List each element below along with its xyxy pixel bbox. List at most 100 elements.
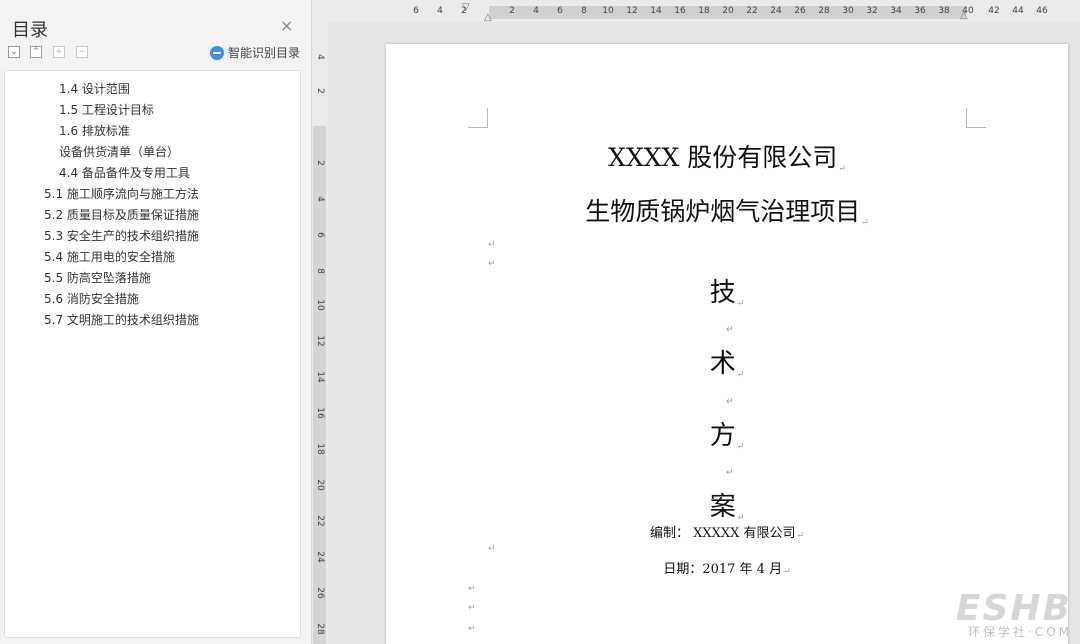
- toc-item[interactable]: 5.6 消防安全措施: [44, 291, 139, 307]
- ruler-tick-label: 4: [315, 54, 325, 60]
- toc-item[interactable]: 5.2 质量目标及质量保证措施: [44, 207, 199, 223]
- ruler-tick-label: 20: [315, 479, 325, 491]
- toc-item[interactable]: 1.6 排放标准: [59, 123, 130, 139]
- ruler-tick-label: 6: [557, 6, 563, 16]
- ruler-tick-label: 2: [315, 88, 325, 94]
- ruler-tick-label: 8: [315, 268, 325, 274]
- company-name: XXXX 股份有限公司: [608, 143, 838, 172]
- paragraph-mark: ↵: [783, 567, 791, 577]
- compiler-text: 编制： XXXXX 有限公司: [649, 526, 796, 541]
- toc-item[interactable]: 1.4 设计范围: [59, 81, 130, 97]
- title-char[interactable]: 术↵: [386, 343, 1068, 380]
- ruler-tick-label: 22: [746, 6, 758, 16]
- title-char-text: 案: [709, 492, 736, 522]
- ruler-tick-label: 44: [1012, 6, 1024, 16]
- title-char-text: 术: [709, 349, 736, 379]
- margin-corner-top-left: [468, 108, 488, 128]
- ruler-tick-label: 2: [315, 160, 325, 166]
- ruler-tick-label: 2: [461, 6, 467, 16]
- title-char-text: 技: [709, 278, 736, 308]
- smart-toc-label: 智能识别目录: [228, 46, 301, 60]
- toc-item[interactable]: 设备供货清单（单台）: [59, 144, 179, 160]
- paragraph-mark: ↵: [736, 442, 745, 452]
- ruler-tick-label: 4: [437, 6, 443, 16]
- ruler-tick-label: 34: [890, 6, 902, 16]
- toc-item[interactable]: 5.7 文明施工的技术组织措施: [44, 312, 199, 328]
- project-heading[interactable]: 生物质锅炉烟气治理项目↵: [386, 192, 1068, 228]
- ruler-tick-label: 30: [842, 6, 854, 16]
- ruler-tick-label: 20: [722, 6, 734, 16]
- company-heading[interactable]: XXXX 股份有限公司↵: [386, 138, 1068, 174]
- paragraph-mark: ↵: [861, 218, 869, 228]
- ruler-tick-label: 18: [315, 443, 325, 455]
- title-char[interactable]: 技↵: [386, 272, 1068, 309]
- ruler-tick-label: 36: [914, 6, 926, 16]
- ruler-tick-label: 4: [533, 6, 539, 16]
- ruler-tick-label: 46: [1036, 6, 1048, 16]
- ruler-tick-label: 38: [938, 6, 950, 16]
- paragraph-mark: ↵: [726, 325, 734, 335]
- ruler-tick-label: 24: [315, 551, 325, 563]
- project-name: 生物质锅炉烟气治理项目: [585, 197, 861, 226]
- paragraph-mark: ↵: [796, 531, 805, 541]
- paragraph-mark: ↵: [468, 584, 476, 594]
- paragraph-mark: ↵: [488, 259, 496, 269]
- toc-item[interactable]: 5.5 防高空坠落措施: [44, 270, 151, 286]
- paragraph-mark: ↵: [726, 397, 734, 407]
- paragraph-mark: ↵: [736, 370, 745, 380]
- paragraph-mark: ↵: [488, 240, 496, 250]
- ruler-tick-label: 10: [602, 6, 614, 16]
- ruler-tick-label: 26: [794, 6, 806, 16]
- ruler-tick-label: 12: [315, 335, 325, 347]
- toc-list: 1.4 设计范围 1.5 工程设计目标 1.6 排放标准 设备供货清单（单台） …: [4, 70, 301, 638]
- ruler-tick-label: 12: [626, 6, 638, 16]
- date-line[interactable]: 日期：2017 年 4 月↵: [386, 558, 1068, 577]
- paragraph-mark: ↵: [468, 624, 476, 634]
- title-char-text: 方: [709, 421, 736, 451]
- add-heading-icon[interactable]: +: [53, 46, 65, 58]
- ruler-tick-label: 8: [581, 6, 587, 16]
- close-icon[interactable]: ×: [280, 18, 293, 34]
- ruler-tick-label: 6: [413, 6, 419, 16]
- toc-panel: 目录 × ⌄ ⌃ + − 智能识别目录 1.4 设计范围 1.5 工程设计目标 …: [0, 0, 312, 644]
- paragraph-mark: ↵: [468, 603, 476, 613]
- compiler-line[interactable]: 编制： XXXXX 有限公司↵: [386, 522, 1068, 541]
- remove-heading-icon[interactable]: −: [76, 46, 88, 58]
- date-text: 日期：2017 年 4 月: [663, 562, 783, 577]
- smart-toc-button[interactable]: 智能识别目录: [210, 44, 300, 61]
- ruler-tick-label: 10: [315, 299, 325, 311]
- margin-corner-top-right: [966, 108, 986, 128]
- ruler-tick-label: 28: [818, 6, 830, 16]
- ruler-tick-label: 16: [674, 6, 686, 16]
- left-indent-marker[interactable]: △: [484, 12, 492, 23]
- smart-recognize-icon: [210, 45, 224, 60]
- ruler-tick-label: 26: [315, 587, 325, 599]
- ruler-tick-label: 4: [315, 196, 325, 202]
- document-page[interactable]: XXXX 股份有限公司↵ 生物质锅炉烟气治理项目↵ ↵ ↵ 技↵ ↵ 术↵ ↵ …: [386, 44, 1068, 644]
- toc-item[interactable]: 5.3 安全生产的技术组织措施: [44, 228, 199, 244]
- wps-writer-window: 目录 × ⌄ ⌃ + − 智能识别目录 1.4 设计范围 1.5 工程设计目标 …: [0, 0, 1080, 644]
- ruler-tick-label: 22: [315, 515, 325, 527]
- paragraph-mark: ↵: [838, 164, 846, 174]
- expand-all-icon[interactable]: ⌄: [8, 46, 20, 58]
- title-char[interactable]: 案↵: [386, 486, 1068, 523]
- toc-title: 目录: [12, 20, 48, 41]
- ruler-tick-label: 40: [962, 6, 974, 16]
- toc-item[interactable]: 5.1 施工顺序流向与施工方法: [44, 186, 199, 202]
- ruler-tick-label: 2: [509, 6, 515, 16]
- ruler-tick-label: 32: [866, 6, 878, 16]
- ruler-tick-label: 42: [988, 6, 1000, 16]
- toc-item[interactable]: 1.5 工程设计目标: [59, 102, 154, 118]
- toc-item[interactable]: 5.4 施工用电的安全措施: [44, 249, 175, 265]
- ruler-tick-label: 28: [315, 623, 325, 635]
- ruler-tick-label: 18: [698, 6, 710, 16]
- ruler-tick-label: 6: [315, 232, 325, 238]
- collapse-all-icon[interactable]: ⌃: [30, 46, 42, 58]
- paragraph-mark: ↵: [726, 468, 734, 478]
- paragraph-mark: ↵: [736, 299, 745, 309]
- toc-item[interactable]: 4.4 备品备件及专用工具: [59, 165, 190, 181]
- ruler-tick-label: 24: [770, 6, 782, 16]
- ruler-tick-label: 14: [315, 371, 325, 383]
- title-char[interactable]: 方↵: [386, 415, 1068, 452]
- paragraph-mark: ↵: [488, 544, 496, 554]
